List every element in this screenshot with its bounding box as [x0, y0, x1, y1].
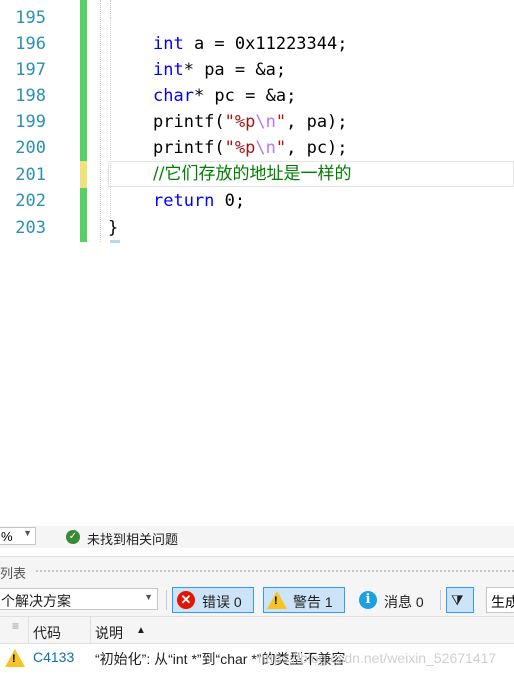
build-source-label: 生成: [491, 594, 514, 610]
line-number: 200: [15, 138, 46, 158]
code-line-197[interactable]: int* pa = &a;: [153, 57, 286, 83]
column-separator[interactable]: [90, 617, 91, 645]
code-line-196[interactable]: int a = 0x11223344;: [153, 31, 347, 57]
dropdown-marker-icon: ≡: [12, 619, 20, 633]
zoom-value: %: [1, 529, 13, 544]
escape-sequence: \n: [255, 138, 276, 158]
line-number: 203: [15, 218, 46, 238]
code-text: * pc = &a;: [193, 86, 297, 106]
error-icon: ✕: [177, 591, 195, 609]
string-literal: "%p: [224, 138, 256, 158]
warning-code-link[interactable]: C4133: [33, 649, 74, 665]
change-bar-saved: [80, 188, 87, 242]
line-number: 198: [15, 86, 46, 106]
code-text: , pa);: [286, 112, 348, 132]
code-editor[interactable]: 195 196 197 198 199 200 201 202 203 int …: [0, 0, 514, 526]
chevron-down-icon: ▼: [23, 528, 32, 538]
drag-grip[interactable]: [36, 570, 514, 572]
error-list-titlebar[interactable]: 列表: [0, 556, 514, 585]
keyword: return: [153, 191, 215, 211]
sort-ascending-icon: ▲: [136, 625, 146, 636]
code-line-200[interactable]: printf("%p\n", pc);: [153, 135, 348, 161]
filter-icon: ⧩: [451, 592, 464, 608]
column-header-description[interactable]: 说明: [95, 623, 123, 643]
watermark: https://blog.csdn.net/weixin_52671417: [258, 650, 497, 666]
string-literal: ": [275, 112, 287, 132]
build-source-dropdown[interactable]: 生成: [486, 587, 514, 613]
errors-filter-button[interactable]: ✕ 错误 0: [172, 587, 254, 613]
code-text: 0;: [214, 191, 246, 211]
function-call: printf(: [153, 138, 225, 158]
indent-guide: [110, 0, 111, 18]
issues-status[interactable]: 未找到相关问题: [87, 529, 178, 548]
line-number: 196: [15, 34, 46, 54]
column-separator[interactable]: [28, 617, 29, 645]
indent-guide: [110, 18, 111, 218]
zoom-dropdown[interactable]: % ▼: [0, 527, 36, 545]
keyword: char: [153, 86, 194, 106]
warning-icon: !: [5, 649, 25, 667]
toolbar-separator: [166, 590, 167, 610]
string-literal: "%p: [224, 112, 256, 132]
code-line-198[interactable]: char* pc = &a;: [153, 83, 296, 109]
scope-value: 个解决方案: [1, 593, 71, 609]
toolbar-separator: [440, 590, 441, 610]
code-text: , pc);: [286, 138, 348, 158]
code-text: * pa = &a;: [183, 60, 287, 80]
code-text: a = 0x11223344;: [183, 34, 348, 54]
messages-label: 消息 0: [384, 594, 424, 610]
change-bar-saved: [80, 0, 87, 161]
change-bar-unsaved: [80, 161, 87, 188]
outline-guide: [100, 0, 101, 242]
check-circle-icon: ✓: [66, 530, 80, 544]
string-literal: ": [275, 138, 287, 158]
code-line-201-comment[interactable]: //它们存放的地址是一样的: [153, 161, 351, 187]
scope-dropdown[interactable]: 个解决方案 ▼: [0, 588, 158, 610]
closing-brace[interactable]: }: [108, 215, 118, 241]
error-list-toolbar: 个解决方案 ▼ ✕ 错误 0 ! 警告 1 i 消息 0 ⧩ 生成: [0, 584, 514, 616]
line-number: 195: [15, 8, 46, 28]
info-icon: i: [359, 591, 377, 609]
panel-title: 列表: [0, 566, 27, 581]
keyword: int: [153, 34, 184, 54]
messages-filter-button[interactable]: i 消息 0: [354, 587, 436, 613]
filter-button[interactable]: ⧩: [446, 587, 474, 613]
warnings-filter-button[interactable]: ! 警告 1: [263, 587, 345, 613]
line-number: 201: [15, 165, 46, 185]
line-number: 199: [15, 112, 46, 132]
line-number: 197: [15, 60, 46, 80]
editor-status-bar: % ▼ ✓ 未找到相关问题: [0, 526, 514, 548]
warnings-label: 警告 1: [293, 594, 333, 610]
chevron-down-icon: ▼: [144, 592, 153, 602]
brace-match-marker: [110, 240, 120, 243]
line-number: 202: [15, 191, 46, 211]
error-list-header: ≡ 代码 说明 ▲: [0, 616, 514, 645]
escape-sequence: \n: [255, 112, 276, 132]
code-line-202[interactable]: return 0;: [153, 188, 245, 214]
warning-icon: !: [267, 591, 287, 609]
column-header-code[interactable]: 代码: [33, 623, 61, 643]
errors-label: 错误 0: [202, 594, 242, 610]
keyword: int: [153, 60, 184, 80]
code-line-199[interactable]: printf("%p\n", pa);: [153, 109, 348, 135]
function-call: printf(: [153, 112, 225, 132]
